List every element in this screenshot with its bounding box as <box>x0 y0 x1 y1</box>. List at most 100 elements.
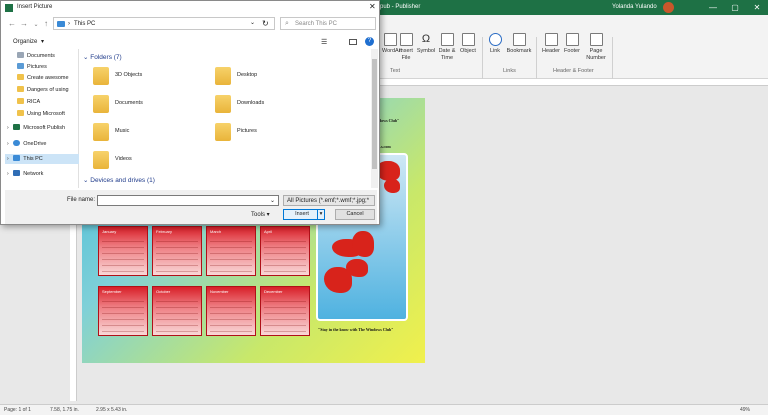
cloud-icon <box>13 140 21 146</box>
footer-label: Footer <box>564 48 580 54</box>
avatar[interactable] <box>663 2 674 13</box>
file-list: ⌄ Folders (7) 3D Objects Desktop Documen… <box>81 49 369 188</box>
minimize-button[interactable]: — <box>706 2 720 13</box>
navigation-pane: Documents Pictures Create awesome Danger… <box>5 49 79 188</box>
link-button[interactable]: Link <box>486 33 504 55</box>
folder-icon <box>17 110 24 116</box>
bookmark-icon <box>512 33 526 46</box>
zoom-level[interactable]: 49% <box>740 407 750 413</box>
help-icon[interactable]: ? <box>365 37 374 46</box>
month-name: February <box>156 229 173 234</box>
forward-arrow-icon[interactable]: → <box>19 19 29 28</box>
symbol-label: Symbol <box>416 48 436 54</box>
header-icon <box>544 33 558 46</box>
folder-icon <box>17 74 24 80</box>
expand-chevron-icon: › <box>7 171 9 177</box>
close-window-button[interactable]: ✕ <box>750 2 764 13</box>
group-label-text: Text <box>390 68 401 74</box>
maximize-button[interactable]: ▢ <box>728 2 742 13</box>
user-name[interactable]: Yolanda Yulando <box>612 4 657 10</box>
page-indicator[interactable]: Page: 1 of 1 <box>4 407 31 413</box>
organize-button[interactable]: Organize <box>13 39 37 45</box>
link-label: Link <box>489 48 501 54</box>
link-icon <box>488 33 502 46</box>
preview-pane-icon[interactable] <box>349 39 357 45</box>
back-arrow-icon[interactable]: ← <box>7 19 17 28</box>
nav-item-rica[interactable]: RICA <box>5 97 79 107</box>
nav-item-dangers[interactable]: Dangers of using <box>5 85 79 95</box>
folder-label: Documents <box>115 100 143 106</box>
devices-section-header[interactable]: ⌄ Devices and drives (1) <box>83 176 155 184</box>
insert-dropdown-button[interactable]: ▾ <box>317 209 325 220</box>
nav-item-pictures[interactable]: Pictures <box>5 62 79 72</box>
nav-item-create-awesome[interactable]: Create awesome <box>5 73 79 83</box>
folder-icon <box>17 98 24 104</box>
insert-button[interactable]: Insert <box>283 209 321 220</box>
videos-folder-icon <box>93 151 109 169</box>
folder-icon <box>17 86 24 92</box>
music-folder-icon <box>93 123 109 141</box>
insert-file-button[interactable]: Insert File <box>398 33 414 62</box>
date-time-button[interactable]: Date & Time <box>437 33 457 62</box>
path-box[interactable]: › This PC ⌄ ↻ <box>53 17 275 30</box>
path-dropdown-icon[interactable]: ⌄ <box>250 19 255 26</box>
omega-icon: Ω <box>421 33 431 45</box>
close-dialog-button[interactable]: ✕ <box>369 2 376 11</box>
documents-folder-icon <box>17 52 24 58</box>
object-label: Object <box>460 48 476 54</box>
search-icon: ⌕ <box>285 20 289 27</box>
footer-button[interactable]: Footer <box>562 33 582 55</box>
header-label: Header <box>541 48 561 54</box>
view-options-icon[interactable]: ☰ <box>321 38 327 46</box>
nav-item-this-pc[interactable]: › This PC <box>5 154 79 164</box>
expand-chevron-icon: › <box>7 156 9 162</box>
tools-button[interactable]: Tools ▾ <box>251 211 270 218</box>
nav-item-microsoft-publisher[interactable]: › Microsoft Publish <box>5 123 79 133</box>
cancel-button[interactable]: Cancel <box>335 209 375 220</box>
scrollbar-thumb[interactable] <box>372 59 377 169</box>
nav-item-documents[interactable]: Documents <box>5 51 79 61</box>
folder-label: Pictures <box>237 128 257 134</box>
flower-petal <box>384 179 400 193</box>
folder-label: Videos <box>115 156 132 162</box>
insert-file-icon <box>399 33 413 46</box>
refresh-icon[interactable]: ↻ <box>262 19 269 28</box>
calendar-icon <box>440 33 454 46</box>
network-icon <box>13 170 21 176</box>
object-button[interactable]: Object <box>458 33 478 55</box>
symbol-button[interactable]: Ω Symbol <box>416 33 436 55</box>
recent-dropdown-icon[interactable]: ⌄ <box>31 21 41 28</box>
wordart-button[interactable]: WordArt <box>382 33 402 55</box>
pictures-folder-icon <box>215 123 231 141</box>
page-number-button[interactable]: Page Number <box>584 33 608 62</box>
search-input[interactable]: ⌕ Search This PC <box>280 17 376 30</box>
calendar-month: September <box>98 286 148 336</box>
insert-file-label: Insert File <box>399 48 413 61</box>
breadcrumb-this-pc[interactable]: This PC <box>74 21 95 27</box>
computer-icon <box>13 155 21 161</box>
window-title: pub - Publisher <box>380 4 421 10</box>
organize-dropdown-icon: ▾ <box>41 39 45 45</box>
file-name-input[interactable]: ⌄ <box>97 195 279 206</box>
publisher-icon <box>5 4 13 12</box>
header-button[interactable]: Header <box>540 33 562 55</box>
bookmark-button[interactable]: Bookmark <box>506 33 532 55</box>
downloads-folder-icon <box>215 95 231 113</box>
nav-item-network[interactable]: › Network <box>5 169 79 179</box>
file-name-dropdown-icon: ⌄ <box>269 198 275 204</box>
file-type-select[interactable]: All Pictures (*.emf;*.wmf;*.jpg;* <box>283 195 375 206</box>
month-name: January <box>102 229 117 234</box>
ribbon-divider <box>482 37 483 85</box>
up-arrow-icon[interactable]: ↑ <box>41 19 51 28</box>
documents-folder-icon <box>93 95 109 113</box>
calendar-month: February <box>152 226 202 276</box>
nav-item-using-microsoft[interactable]: Using Microsoft <box>5 109 79 119</box>
calendar-month: November <box>206 286 256 336</box>
page-number-label: Page Number <box>586 48 606 61</box>
folders-section-header[interactable]: ⌄ Folders (7) <box>83 53 122 61</box>
calendar-month: October <box>152 286 202 336</box>
nav-item-onedrive[interactable]: › OneDrive <box>5 139 79 149</box>
month-name: December <box>264 289 283 294</box>
file-list-scrollbar[interactable] <box>371 49 378 188</box>
month-name: October <box>156 289 171 294</box>
